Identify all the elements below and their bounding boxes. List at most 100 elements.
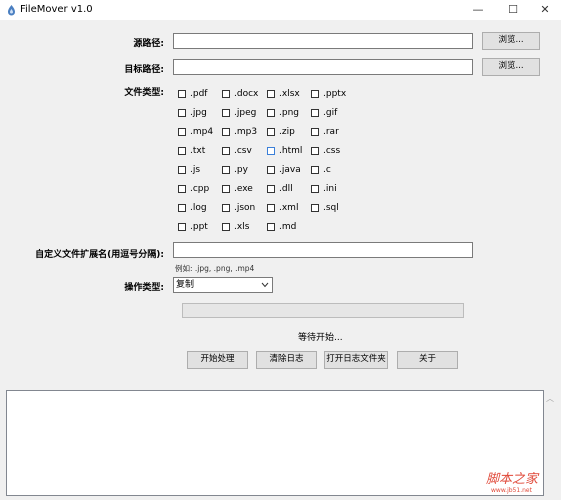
filetype-checkbox[interactable]: .png xyxy=(267,106,299,120)
close-button[interactable]: ✕ xyxy=(529,0,561,20)
filetype-checkbox[interactable]: .html xyxy=(267,144,302,158)
source-browse-button[interactable]: 浏览... xyxy=(482,32,540,50)
file-types-label: 文件类型: xyxy=(124,88,164,98)
filetype-checkbox[interactable]: .c xyxy=(311,163,331,177)
filetype-checkbox[interactable]: .mp4 xyxy=(178,125,213,139)
start-button[interactable]: 开始处理 xyxy=(187,351,248,369)
checkbox-square-icon[interactable] xyxy=(267,128,275,136)
filetype-checkbox[interactable]: .zip xyxy=(267,125,295,139)
target-browse-button[interactable]: 浏览... xyxy=(482,58,540,76)
checkbox-square-icon[interactable] xyxy=(222,147,230,155)
filetype-checkbox[interactable]: .ppt xyxy=(178,220,208,234)
checkbox-square-icon[interactable] xyxy=(178,128,186,136)
filetype-label: .xml xyxy=(279,203,299,213)
filetype-label: .jpg xyxy=(190,108,207,118)
checkbox-square-icon[interactable] xyxy=(311,128,319,136)
filetype-label: .docx xyxy=(234,89,259,99)
checkbox-square-icon[interactable] xyxy=(311,185,319,193)
filetype-label: .js xyxy=(190,165,201,175)
checkbox-square-icon[interactable] xyxy=(311,166,319,174)
target-path-label: 目标路径: xyxy=(124,65,164,75)
checkbox-square-icon[interactable] xyxy=(178,166,186,174)
checkbox-square-icon[interactable] xyxy=(267,166,275,174)
checkbox-square-icon[interactable] xyxy=(222,204,230,212)
checkbox-square-icon[interactable] xyxy=(311,90,319,98)
filetype-checkbox[interactable]: .xml xyxy=(267,201,298,215)
checkbox-square-icon[interactable] xyxy=(178,204,186,212)
filetype-label: .cpp xyxy=(190,184,210,194)
scroll-up-arrow-icon[interactable]: ︿ xyxy=(546,393,554,404)
filetype-checkbox[interactable]: .cpp xyxy=(178,182,209,196)
checkbox-square-icon[interactable] xyxy=(222,128,230,136)
filetype-label: .mp4 xyxy=(190,127,214,137)
filetype-label: .rar xyxy=(323,127,339,137)
filetype-checkbox[interactable]: .csv xyxy=(222,144,252,158)
filetype-checkbox[interactable]: .sql xyxy=(311,201,339,215)
filetype-checkbox[interactable]: .css xyxy=(311,144,340,158)
filetype-checkbox[interactable]: .jpeg xyxy=(222,106,256,120)
title-bar: FileMover v1.0 — ☐ ✕ xyxy=(0,0,561,20)
filetype-checkbox[interactable]: .log xyxy=(178,201,207,215)
filetype-checkbox[interactable]: .java xyxy=(267,163,301,177)
checkbox-square-icon[interactable] xyxy=(267,147,275,155)
filetype-checkbox[interactable]: .exe xyxy=(222,182,253,196)
checkbox-square-icon[interactable] xyxy=(222,90,230,98)
checkbox-square-icon[interactable] xyxy=(311,147,319,155)
custom-ext-label: 自定义文件扩展名(用逗号分隔): xyxy=(35,250,164,260)
filetype-checkbox[interactable]: .gif xyxy=(311,106,337,120)
filetype-checkbox[interactable]: .md xyxy=(267,220,296,234)
checkbox-square-icon[interactable] xyxy=(178,223,186,231)
open-log-folder-button[interactable]: 打开日志文件夹 xyxy=(324,351,388,369)
filetype-checkbox[interactable]: .rar xyxy=(311,125,339,139)
checkbox-square-icon[interactable] xyxy=(311,109,319,117)
filetype-label: .xls xyxy=(234,222,250,232)
checkbox-square-icon[interactable] xyxy=(267,109,275,117)
checkbox-square-icon[interactable] xyxy=(222,185,230,193)
checkbox-square-icon[interactable] xyxy=(267,204,275,212)
filetype-checkbox[interactable]: .dll xyxy=(267,182,293,196)
log-textarea[interactable] xyxy=(6,390,544,496)
source-path-input[interactable] xyxy=(173,33,473,49)
filetype-checkbox[interactable]: .xls xyxy=(222,220,249,234)
checkbox-square-icon[interactable] xyxy=(267,90,275,98)
filetype-label: .md xyxy=(279,222,297,232)
checkbox-square-icon[interactable] xyxy=(178,185,186,193)
filetype-checkbox[interactable]: .js xyxy=(178,163,200,177)
progress-bar xyxy=(182,303,464,318)
filetype-checkbox[interactable]: .docx xyxy=(222,87,258,101)
checkbox-square-icon[interactable] xyxy=(178,147,186,155)
clear-log-button[interactable]: 清除日志 xyxy=(256,351,317,369)
checkbox-square-icon[interactable] xyxy=(222,223,230,231)
filetype-checkbox[interactable]: .py xyxy=(222,163,248,177)
checkbox-square-icon[interactable] xyxy=(178,90,186,98)
checkbox-square-icon[interactable] xyxy=(267,185,275,193)
minimize-button[interactable]: — xyxy=(462,0,494,20)
filetype-checkbox[interactable]: .json xyxy=(222,201,255,215)
filetype-label: .mp3 xyxy=(234,127,258,137)
checkbox-square-icon[interactable] xyxy=(222,166,230,174)
about-button[interactable]: 关于 xyxy=(397,351,458,369)
filetype-checkbox[interactable]: .txt xyxy=(178,144,205,158)
filetype-label: .ini xyxy=(323,184,337,194)
operation-selected-value: 复制 xyxy=(176,280,195,290)
filetype-checkbox[interactable]: .pptx xyxy=(311,87,346,101)
operation-select[interactable]: 复制 xyxy=(173,277,273,293)
source-path-label: 源路径: xyxy=(133,39,164,49)
filetype-label: .png xyxy=(279,108,299,118)
filetype-checkbox[interactable]: .jpg xyxy=(178,106,207,120)
checkbox-square-icon[interactable] xyxy=(178,109,186,117)
filetype-checkbox[interactable]: .ini xyxy=(311,182,337,196)
checkbox-square-icon[interactable] xyxy=(222,109,230,117)
custom-ext-input[interactable] xyxy=(173,242,473,258)
maximize-button[interactable]: ☐ xyxy=(497,0,529,20)
filetype-checkbox[interactable]: .mp3 xyxy=(222,125,257,139)
operation-label: 操作类型: xyxy=(124,283,164,293)
filetype-checkbox[interactable]: .xlsx xyxy=(267,87,300,101)
checkbox-square-icon[interactable] xyxy=(267,223,275,231)
chevron-down-icon xyxy=(261,282,269,288)
target-path-input[interactable] xyxy=(173,59,473,75)
filetype-label: .jpeg xyxy=(234,108,257,118)
filetype-label: .json xyxy=(234,203,256,213)
checkbox-square-icon[interactable] xyxy=(311,204,319,212)
filetype-checkbox[interactable]: .pdf xyxy=(178,87,207,101)
